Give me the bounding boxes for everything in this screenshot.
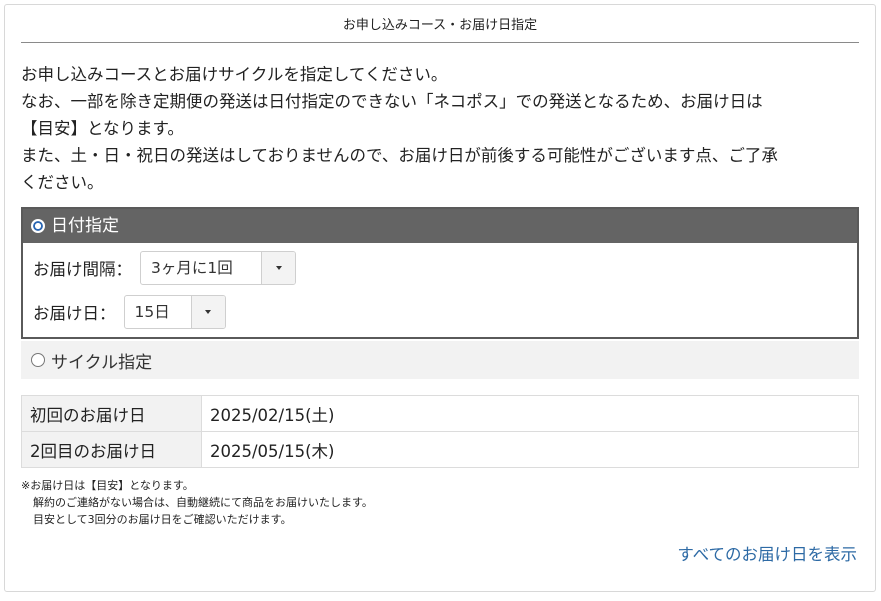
day-select-value[interactable]: 15日 (125, 296, 191, 328)
cycle-option-label: サイクル指定 (51, 352, 153, 373)
intro-line: お申し込みコースとお届けサイクルを指定してください。 (21, 65, 448, 84)
date-option-radio[interactable]: 日付指定 (23, 209, 857, 243)
intro-line: 【目安】となります。 (21, 119, 184, 138)
note-line: 目安として3回分のお届け日をご確認いただけます。 (33, 513, 292, 526)
show-all-dates-link[interactable]: すべてのお届け日を表示 (677, 541, 857, 565)
interval-row: お届け間隔： 3ヶ月に1回 (33, 251, 296, 285)
interval-select-value[interactable]: 3ヶ月に1回 (141, 252, 261, 284)
note-line: ※お届け日は【目安】となります。 (21, 479, 194, 492)
date-value-cell: 2025/02/15(土) (201, 395, 859, 432)
date-option-box: 日付指定 お届け間隔： 3ヶ月に1回 お届け日： 15日 (21, 207, 859, 339)
radio-unselected-icon[interactable] (31, 353, 45, 367)
note-line: 解約のご連絡がない場合は、自動継続にて商品をお届けいたします。 (33, 496, 373, 509)
intro-line: ください。 (21, 173, 104, 192)
delivery-dates-table: 初回のお届け日 2025/02/15(土) 2回目のお届け日 2025/05/1… (21, 395, 859, 468)
intro-line: なお、一部を除き定期便の発送は日付指定のできない「ネコポス」での発送となるため、… (21, 92, 763, 111)
interval-select[interactable]: 3ヶ月に1回 (140, 251, 296, 285)
notes: ※お届け日は【目安】となります。 解約のご連絡がない場合は、自動継続にて商品をお… (21, 477, 373, 528)
caret-down-icon (205, 310, 211, 314)
date-label-cell: 2回目のお届け日 (21, 431, 202, 468)
intro-text: お申し込みコースとお届けサイクルを指定してください。 なお、一部を除き定期便の発… (21, 61, 861, 196)
date-value-cell: 2025/05/15(木) (201, 431, 859, 468)
table-row: 初回のお届け日 2025/02/15(土) (21, 395, 859, 432)
day-select[interactable]: 15日 (123, 295, 226, 329)
interval-dropdown-button[interactable] (261, 252, 295, 284)
cycle-option-radio[interactable]: サイクル指定 (21, 341, 859, 379)
panel-title: お申し込みコース・お届け日指定 (21, 5, 859, 43)
table-row: 2回目のお届け日 2025/05/15(木) (21, 431, 859, 468)
radio-selected-icon[interactable] (31, 219, 45, 233)
delivery-course-panel: お申し込みコース・お届け日指定 お申し込みコースとお届けサイクルを指定してくださ… (4, 4, 876, 592)
day-label: お届け日： (33, 304, 116, 323)
date-label-cell: 初回のお届け日 (21, 395, 202, 432)
interval-label: お届け間隔： (33, 260, 132, 279)
date-option-label: 日付指定 (51, 216, 119, 236)
day-row: お届け日： 15日 (33, 295, 226, 329)
intro-line: また、土・日・祝日の発送はしておりませんので、お届け日が前後する可能性がございま… (21, 146, 778, 165)
caret-down-icon (275, 266, 282, 270)
day-dropdown-button[interactable] (190, 296, 225, 328)
